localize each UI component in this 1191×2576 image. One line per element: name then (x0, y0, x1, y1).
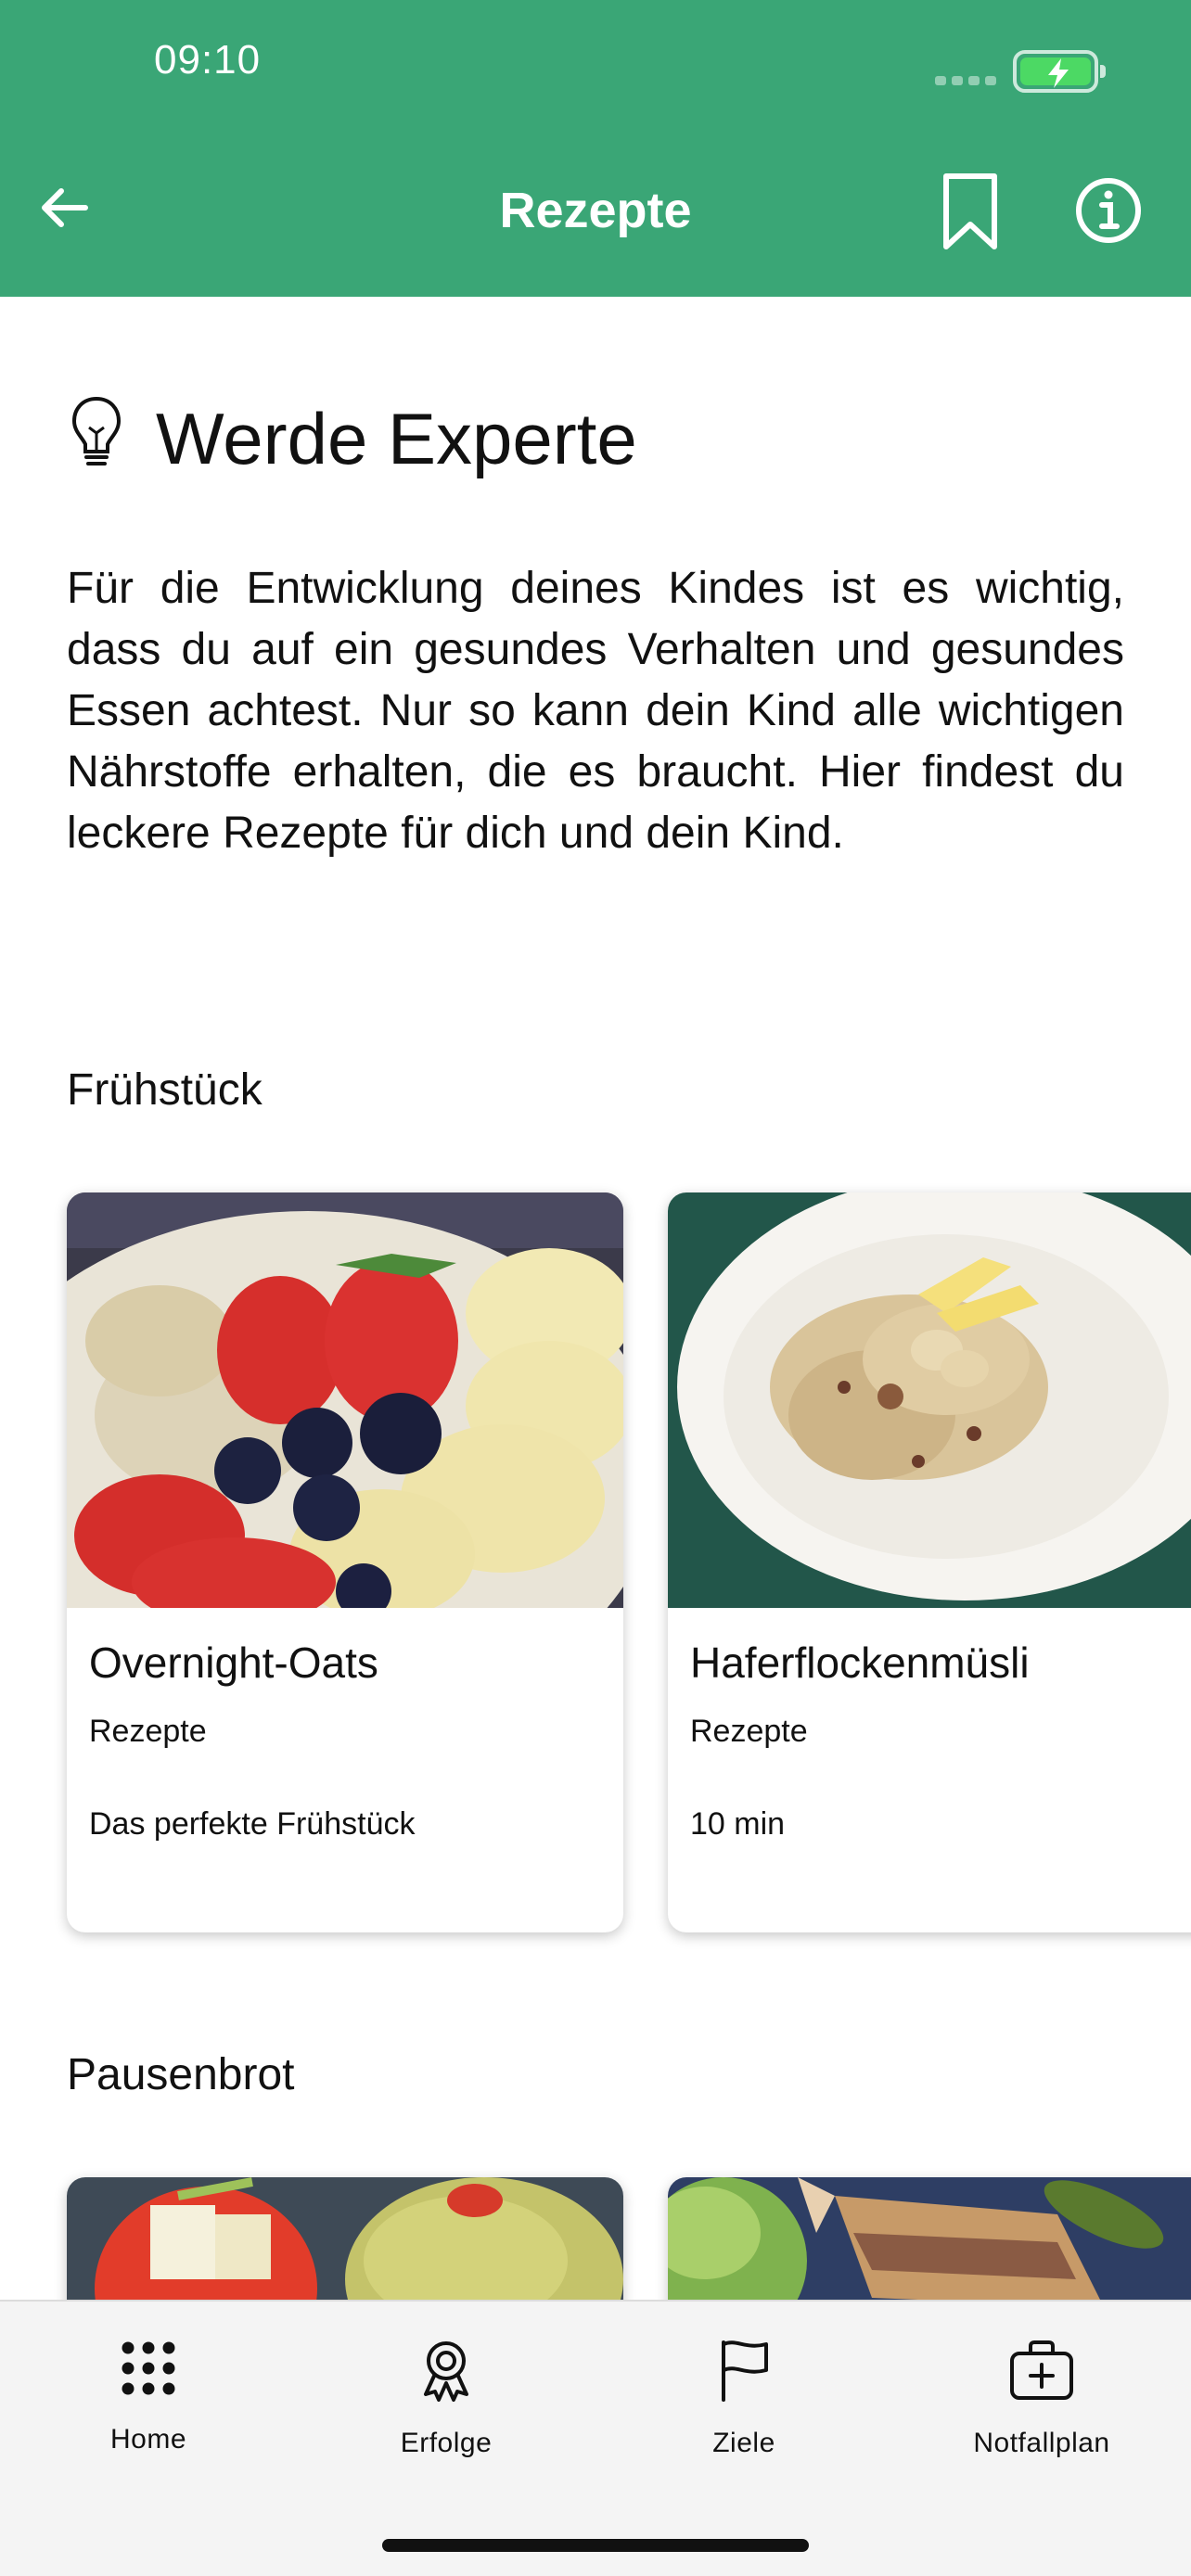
recipe-card-overnight-oats[interactable]: Overnight-Oats Rezepte Das perfekte Früh… (67, 1192, 623, 1932)
recipe-card-pausenbrot-1[interactable] (67, 2177, 623, 2300)
status-time: 09:10 (154, 37, 262, 83)
hero-title: Werde Experte (156, 398, 637, 479)
recipe-card-haferflockenmuesli[interactable]: Haferflockenmüsli Rezepte 10 min (668, 1192, 1191, 1932)
signal-icon (935, 76, 998, 85)
battery-icon (1013, 50, 1106, 93)
tab-label: Erfolge (400, 2428, 493, 2458)
grid-dots-icon (122, 2341, 175, 2395)
tab-bar: Home Erfolge Ziele Notfallplan (0, 2300, 1191, 2576)
info-icon[interactable] (1074, 176, 1143, 245)
navigation-bar: Rezepte (0, 111, 1191, 297)
tab-ziele[interactable]: Ziele (623, 2339, 864, 2459)
recipe-title: Haferflockenmüsli (690, 1639, 1030, 1687)
recipe-card-pausenbrot-2[interactable] (668, 2177, 1191, 2300)
recipe-image-haferflockenmuesli (668, 1192, 1191, 1608)
status-bar: 09:10 (0, 0, 1191, 111)
tab-label: Home (109, 2424, 187, 2455)
hero-heading: Werde Experte (67, 396, 637, 481)
recipe-title: Overnight-Oats (89, 1639, 378, 1687)
intro-text: Für die Entwicklung deines Kindes ist es… (67, 564, 1124, 858)
recipe-category: Rezepte (89, 1714, 207, 1749)
recipe-image-overnight-oats (67, 1192, 623, 1608)
flag-icon (722, 2340, 768, 2402)
first-aid-kit-icon (1010, 2340, 1073, 2400)
tab-erfolge[interactable]: Erfolge (326, 2339, 567, 2459)
tab-notfallplan[interactable]: Notfallplan (921, 2339, 1162, 2459)
recipe-image-pausenbrot-1 (67, 2177, 623, 2300)
recipe-image-pausenbrot-2 (668, 2177, 1191, 2300)
bookmark-icon[interactable] (939, 171, 1002, 252)
home-indicator (382, 2539, 809, 2552)
recipe-category: Rezepte (690, 1714, 808, 1749)
tab-label: Ziele (712, 2428, 775, 2458)
award-ribbon-icon (424, 2341, 468, 2402)
tab-home[interactable]: Home (28, 2339, 269, 2455)
tab-label: Notfallplan (973, 2428, 1110, 2458)
section-title-pausenbrot: Pausenbrot (67, 2050, 295, 2099)
content-scroll-area[interactable]: Werde Experte Für die Entwicklung deines… (0, 297, 1191, 2300)
page-title: Rezepte (499, 183, 692, 238)
recipe-detail: 10 min (690, 1806, 786, 1842)
recipe-detail: Das perfekte Frühstück (89, 1806, 416, 1842)
lightbulb-icon (71, 396, 122, 465)
section-title-fruehstueck: Frühstück (67, 1065, 263, 1115)
